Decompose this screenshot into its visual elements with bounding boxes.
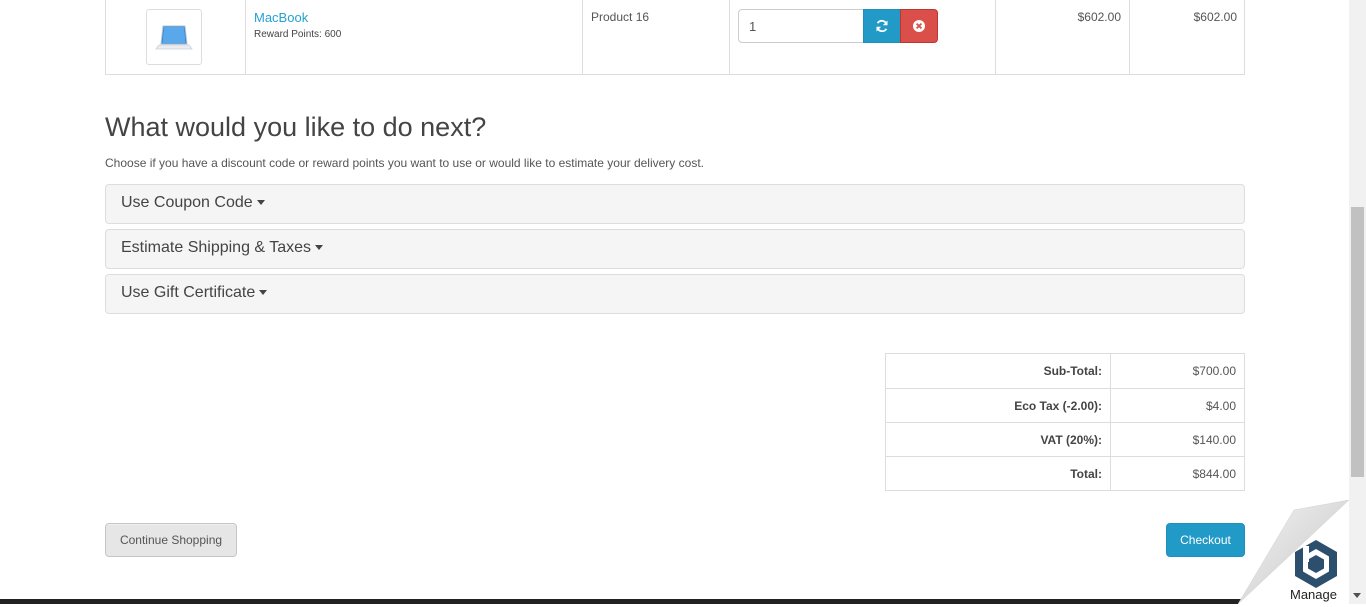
unit-price-cell: $602.00 <box>995 0 1129 74</box>
product-model: Product 16 <box>591 10 650 24</box>
cart-table: MacBook Reward Points: 600 Product 16 $6… <box>105 0 1245 75</box>
row-total: $602.00 <box>1193 10 1237 24</box>
scroll-thumb[interactable] <box>1351 207 1364 477</box>
product-thumbnail[interactable] <box>146 9 202 65</box>
totals-value: $4.00 <box>1205 399 1236 413</box>
total-cell: $602.00 <box>1129 0 1245 74</box>
shipping-panel-title[interactable]: Estimate Shipping & Taxes <box>121 239 324 257</box>
name-cell: MacBook Reward Points: 600 <box>245 0 582 74</box>
totals-row: Eco Tax (-2.00): $4.00 <box>886 388 1244 422</box>
caret-down-icon <box>256 200 265 206</box>
model-cell: Product 16 <box>582 0 729 74</box>
totals-row: Total: $844.00 <box>886 456 1244 490</box>
totals-label: Sub-Total: <box>1043 364 1102 378</box>
totals-value: $700.00 <box>1192 364 1236 378</box>
manage-hexagon-icon <box>1295 540 1337 588</box>
totals-table: Sub-Total: $700.00 Eco Tax (-2.00): $4.0… <box>885 353 1245 491</box>
laptop-image <box>155 25 193 50</box>
scroll-down-arrow-icon[interactable] <box>1353 593 1361 598</box>
image-cell <box>106 0 245 74</box>
update-button[interactable] <box>863 9 901 43</box>
voucher-panel[interactable]: Use Gift Certificate <box>105 274 1245 314</box>
unit-price: $602.00 <box>1077 10 1121 24</box>
remove-button[interactable] <box>900 9 938 43</box>
checkout-button[interactable]: Checkout <box>1166 523 1245 557</box>
remove-circle-icon <box>913 20 925 32</box>
reward-points: Reward Points: 600 <box>254 29 342 40</box>
coupon-panel-title[interactable]: Use Coupon Code <box>121 194 265 212</box>
totals-row: VAT (20%): $140.00 <box>886 422 1244 456</box>
continue-shopping-button[interactable]: Continue Shopping <box>105 523 237 557</box>
caret-down-icon <box>259 290 268 296</box>
manage-label: Manage <box>1290 587 1337 602</box>
shipping-panel[interactable]: Estimate Shipping & Taxes <box>105 229 1245 269</box>
totals-label: Eco Tax (-2.00): <box>1014 399 1102 413</box>
totals-value: $140.00 <box>1192 433 1236 447</box>
coupon-panel[interactable]: Use Coupon Code <box>105 184 1245 224</box>
manage-widget[interactable]: Manage <box>1237 499 1350 605</box>
totals-value: $844.00 <box>1192 467 1236 481</box>
footer-edge <box>0 599 1349 604</box>
product-name-link[interactable]: MacBook <box>254 10 308 25</box>
next-intro: Choose if you have a discount code or re… <box>105 156 704 170</box>
quantity-input[interactable] <box>738 9 864 43</box>
caret-down-icon <box>315 245 324 251</box>
totals-label: Total: <box>1070 467 1102 481</box>
totals-row: Sub-Total: $700.00 <box>886 354 1244 388</box>
next-heading: What would you like to do next? <box>105 112 487 142</box>
voucher-panel-title[interactable]: Use Gift Certificate <box>121 284 268 302</box>
vertical-scrollbar[interactable] <box>1349 0 1366 604</box>
refresh-icon <box>876 19 888 33</box>
totals-label: VAT (20%): <box>1040 433 1102 447</box>
quantity-cell <box>729 0 995 74</box>
